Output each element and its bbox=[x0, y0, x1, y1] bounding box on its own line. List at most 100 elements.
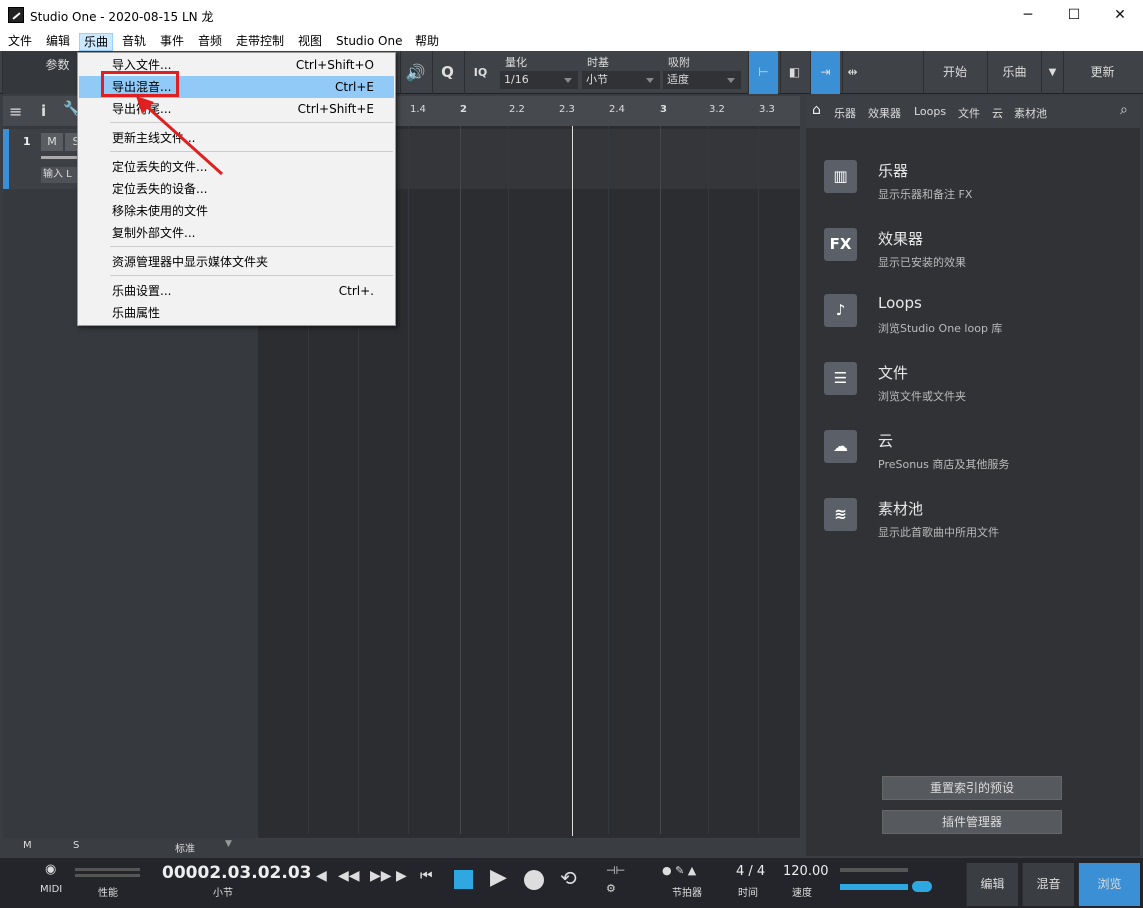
tempo-display[interactable]: 120.00 bbox=[783, 864, 829, 879]
browse-view-button[interactable]: 浏览 bbox=[1078, 863, 1140, 906]
snap-value: 适度 bbox=[667, 73, 689, 86]
browser-item-loops[interactable]: ♪ Loops 浏览Studio One loop 库 bbox=[824, 294, 1124, 344]
forward-icon[interactable]: ▶▶ bbox=[370, 868, 392, 884]
playhead[interactable] bbox=[572, 126, 573, 836]
browser-item-effects[interactable]: FX 效果器 显示已安装的效果 bbox=[824, 228, 1124, 278]
tab-instruments[interactable]: 乐器 bbox=[834, 105, 856, 121]
plugin-manager-button[interactable]: 插件管理器 bbox=[882, 810, 1062, 834]
position-display[interactable]: 00002.03.02.03 bbox=[162, 863, 312, 883]
mix-view-button[interactable]: 混音 bbox=[1022, 863, 1074, 906]
fx-icon: FX bbox=[824, 228, 857, 261]
minimize-button[interactable]: ─ bbox=[1005, 0, 1051, 31]
loop-button[interactable]: ⟲ bbox=[560, 866, 577, 890]
menu-show-media-folder[interactable]: 资源管理器中显示媒体文件夹 bbox=[79, 251, 394, 273]
menu-copy-external[interactable]: 复制外部文件... bbox=[79, 222, 394, 244]
update-button[interactable]: 更新 bbox=[1063, 51, 1141, 94]
menu-item-label: 资源管理器中显示媒体文件夹 bbox=[112, 255, 269, 269]
track-volume-slider[interactable] bbox=[41, 156, 81, 159]
go-start-icon[interactable]: ◀ bbox=[316, 868, 327, 884]
info-icon[interactable]: i bbox=[41, 102, 46, 120]
menu-event[interactable]: 事件 bbox=[156, 33, 188, 51]
midi-label: MIDI bbox=[40, 884, 63, 895]
home-icon[interactable]: ⌂ bbox=[812, 102, 821, 118]
menu-edit[interactable]: 编辑 bbox=[42, 33, 74, 51]
menu-audio[interactable]: 音频 bbox=[194, 33, 226, 51]
menu-item-label: 乐曲设置... bbox=[112, 284, 172, 298]
snap-select[interactable]: 适度 bbox=[663, 71, 741, 89]
settings-gear-icon[interactable]: ⚙ bbox=[606, 882, 616, 895]
browser-item-cloud[interactable]: ☁ 云 PreSonus 商店及其他服务 bbox=[824, 430, 1124, 480]
ruler-tick: 3.2 bbox=[709, 104, 725, 115]
precount-icon[interactable]: ⊣⊢ bbox=[606, 864, 625, 877]
menu-song[interactable]: 乐曲 bbox=[79, 33, 114, 51]
mode-dropdown-icon[interactable]: ▼ bbox=[225, 839, 232, 849]
record-button[interactable] bbox=[524, 870, 544, 890]
edit-view-button[interactable]: 编辑 bbox=[966, 863, 1018, 906]
timebase-select[interactable]: 小节 bbox=[582, 71, 660, 89]
title-bar: Studio One - 2020-08-15 LN 龙 ─ ☐ ✕ bbox=[0, 0, 1143, 31]
menu-transport[interactable]: 走带控制 bbox=[232, 33, 288, 51]
quantize-select[interactable]: 1/16 bbox=[500, 71, 578, 89]
reindex-presets-button[interactable]: 重置索引的预设 bbox=[882, 776, 1062, 800]
timebase-label: 时基 bbox=[587, 56, 609, 69]
tab-pool[interactable]: 素材池 bbox=[1014, 105, 1047, 121]
browser-item-desc: 显示乐器和备注 FX bbox=[878, 188, 973, 201]
split-icon[interactable]: ⇹ bbox=[842, 51, 862, 94]
snap-to-grid-icon[interactable]: ⊢ bbox=[748, 51, 778, 94]
search-icon[interactable]: ⌕ bbox=[1120, 102, 1128, 118]
song-button[interactable]: 乐曲 bbox=[987, 51, 1041, 94]
menu-song-setup[interactable]: 乐曲设置... Ctrl+. bbox=[79, 280, 394, 302]
metronome-icon[interactable]: ● ✎ ▲ bbox=[662, 864, 696, 877]
list-icon[interactable]: ≡ bbox=[9, 102, 22, 121]
ruler-tick: 2 bbox=[460, 104, 467, 115]
global-solo-button[interactable]: S bbox=[73, 840, 79, 851]
browser-item-instruments[interactable]: ▥ 乐器 显示乐器和备注 FX bbox=[824, 160, 1124, 210]
browser-item-desc: 浏览文件或文件夹 bbox=[878, 390, 966, 403]
menu-item-shortcut: Ctrl+Shift+E bbox=[297, 102, 374, 116]
mute-button[interactable]: M bbox=[41, 133, 63, 151]
menu-studio-one[interactable]: Studio One bbox=[332, 33, 406, 51]
monitor-toggle[interactable] bbox=[912, 881, 932, 892]
piano-icon: ▥ bbox=[824, 160, 857, 193]
time-signature-label: 时间 bbox=[738, 888, 758, 899]
menu-song-properties[interactable]: 乐曲属性 bbox=[79, 302, 394, 324]
menu-help[interactable]: 帮助 bbox=[411, 33, 443, 51]
tab-effects[interactable]: 效果器 bbox=[868, 105, 901, 121]
rewind-icon[interactable]: ◀◀ bbox=[338, 868, 360, 884]
snap-events-icon[interactable]: ◧ bbox=[780, 51, 808, 94]
tab-files[interactable]: 文件 bbox=[958, 105, 980, 121]
time-signature[interactable]: 4 / 4 bbox=[736, 864, 765, 879]
menu-locate-missing-devices[interactable]: 定位丢失的设备... bbox=[79, 178, 394, 200]
browser-item-pool[interactable]: ≋ 素材池 显示此首歌曲中所用文件 bbox=[824, 498, 1124, 548]
tab-cloud[interactable]: 云 bbox=[992, 105, 1003, 121]
menu-remove-unused[interactable]: 移除未使用的文件 bbox=[79, 200, 394, 222]
menu-view[interactable]: 视图 bbox=[294, 33, 326, 51]
to-start-icon[interactable]: ⏮ bbox=[420, 868, 433, 884]
volume-slider[interactable] bbox=[840, 884, 908, 890]
follow-cursor-icon[interactable]: ⇥ bbox=[810, 51, 840, 94]
maximize-button[interactable]: ☐ bbox=[1051, 0, 1097, 31]
stop-button[interactable] bbox=[454, 870, 473, 889]
menu-file[interactable]: 文件 bbox=[4, 33, 36, 51]
play-button[interactable]: ▶ bbox=[490, 865, 507, 890]
ruler-tick: 2.2 bbox=[509, 104, 525, 115]
track-input-select[interactable]: 输入 L bbox=[41, 167, 81, 183]
menu-export-stems[interactable]: 导出符尾...Ctrl+Shift+E bbox=[79, 98, 394, 120]
close-button[interactable]: ✕ bbox=[1097, 0, 1143, 31]
menu-track[interactable]: 音轨 bbox=[118, 33, 150, 51]
bottom-bar: M S 标准 ▼ bbox=[3, 838, 800, 856]
go-end-icon[interactable]: ▶ bbox=[396, 868, 407, 884]
menu-update-mastering[interactable]: 更新主线文件... bbox=[79, 127, 394, 149]
mode-select[interactable]: 标准 bbox=[175, 840, 195, 855]
menu-locate-missing-files[interactable]: 定位丢失的文件... bbox=[79, 156, 394, 178]
iq-button[interactable]: IQ bbox=[464, 51, 496, 94]
global-mute-button[interactable]: M bbox=[23, 840, 32, 851]
speaker-icon[interactable]: 🔊 bbox=[400, 51, 430, 94]
tab-loops[interactable]: Loops bbox=[914, 105, 946, 118]
song-dropdown-icon[interactable]: ▼ bbox=[1041, 51, 1063, 94]
browser-item-files[interactable]: ☰ 文件 浏览文件或文件夹 bbox=[824, 362, 1124, 412]
start-button[interactable]: 开始 bbox=[923, 51, 986, 94]
track-color bbox=[3, 129, 9, 189]
quantize-q-button[interactable]: Q bbox=[432, 51, 462, 94]
position-unit: 小节 bbox=[213, 888, 233, 899]
